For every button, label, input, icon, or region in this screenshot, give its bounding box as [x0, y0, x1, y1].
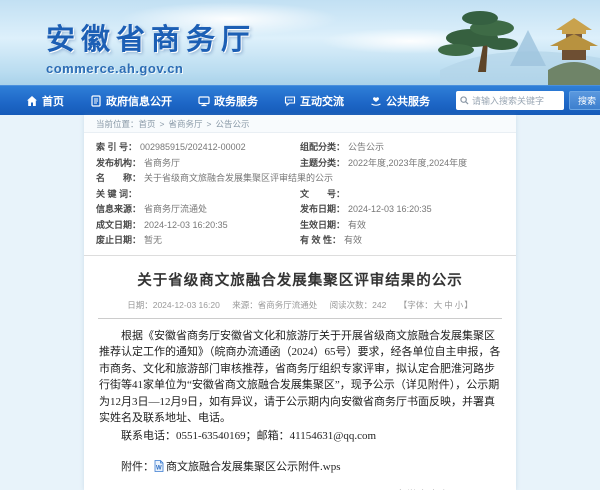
search-box [456, 91, 564, 110]
info-field-index-no: 索 引 号：002985915/202412-00002 [96, 140, 300, 156]
info-field-keywords: 关 键 词： [96, 187, 300, 203]
info-field-validity: 有 效 性：有效 [300, 233, 504, 249]
breadcrumb-separator: > [207, 119, 212, 129]
info-field-repeal-date: 废止日期：暂无 [96, 233, 300, 249]
nav-item-interaction[interactable]: 互动交流 [284, 93, 344, 109]
nav-search: 搜索 [456, 91, 600, 110]
info-field-written-date: 成文日期：2024-12-03 16:20:35 [96, 218, 300, 234]
site-url: commerce.ah.gov.cn [46, 61, 256, 76]
heart-hand-icon [370, 95, 382, 107]
breadcrumb-home[interactable]: 首页 [139, 118, 156, 130]
article-paragraph: 根据《安徽省商务厅安徽省文化和旅游厅关于开展省级商文旅融合发展集聚区推荐认定工作… [99, 328, 501, 427]
nav-item-gov-services[interactable]: 政务服务 [198, 93, 258, 109]
attachment-label: 附件： [121, 461, 154, 473]
monitor-icon [198, 95, 210, 107]
nav-item-label: 互动交流 [300, 93, 344, 109]
nav-item-gov-info[interactable]: 政府信息公开 [90, 93, 172, 109]
info-field-category: 组配分类：公告公示 [300, 140, 504, 156]
banner-landscape-icon [360, 0, 600, 85]
nav-item-label: 首页 [42, 93, 64, 109]
site-banner: 安徽省商务厅 commerce.ah.gov.cn [0, 0, 600, 85]
nav-item-label: 公共服务 [386, 93, 430, 109]
font-size-widget: 【字体：大中小】 [399, 300, 473, 310]
document-icon [90, 95, 102, 107]
info-field-source: 信息来源：省商务厅流通处 [96, 202, 300, 218]
content-background: 当前位置： 首页 > 省商务厅 > 公告公示 索 引 号：002985915/2… [0, 115, 600, 490]
attachment-link[interactable]: 商文旅融合发展集聚区公示附件.wps [166, 461, 340, 473]
breadcrumb-dept[interactable]: 省商务厅 [169, 118, 203, 130]
article-body: 根据《安徽省商务厅安徽省文化和旅游厅关于开展省级商文旅融合发展集聚区推荐认定工作… [99, 328, 501, 445]
breadcrumb-separator: > [160, 119, 165, 129]
nav-item-home[interactable]: 首页 [26, 93, 64, 109]
search-icon [460, 96, 469, 105]
breadcrumb-prefix: 当前位置： [96, 118, 139, 130]
breadcrumb: 当前位置： 首页 > 省商务厅 > 公告公示 [84, 115, 516, 133]
info-field-topic: 主题分类：2022年度,2023年度,2024年度 [300, 156, 504, 172]
signoff-org: 安徽省商务厅 [393, 486, 465, 490]
content-card: 当前位置： 首页 > 省商务厅 > 公告公示 索 引 号：002985915/2… [84, 115, 516, 490]
info-field-publish-date: 发布日期：2024-12-03 16:20:35 [300, 202, 504, 218]
search-button[interactable]: 搜索 [569, 91, 600, 110]
contact-line: 联系电话：0551-63540169；邮箱：41154631@qq.com [99, 428, 501, 445]
nav-item-label: 政务服务 [214, 93, 258, 109]
meta-source: 来源：省商务厅流通处 [232, 300, 317, 310]
main-nav: 首页 政府信息公开 政务服务 互动交流 公共服务 搜索 [0, 85, 600, 115]
document-info-table: 索 引 号：002985915/202412-00002 组配分类：公告公示 发… [84, 133, 516, 256]
chat-bubble-icon [284, 95, 296, 107]
search-input[interactable] [472, 96, 560, 106]
nav-item-public-services[interactable]: 公共服务 [370, 93, 430, 109]
info-field-effective-date: 生效日期：有效 [300, 218, 504, 234]
signoff-block: 安徽省商务厅 2024年12月3日 [393, 486, 465, 490]
info-field-issuer: 发布机构：省商务厅 [96, 156, 300, 172]
pavilion-icon [548, 18, 600, 85]
wps-file-icon: W [154, 460, 164, 472]
font-size-small[interactable]: 小 [455, 300, 464, 310]
svg-text:W: W [156, 466, 162, 472]
nav-item-label: 政府信息公开 [106, 93, 172, 109]
font-size-large[interactable]: 大 [434, 300, 443, 310]
breadcrumb-announcements[interactable]: 公告公示 [215, 118, 249, 130]
font-size-medium[interactable]: 中 [444, 300, 453, 310]
meta-views: 阅读次数：242 [330, 300, 387, 310]
info-field-title: 名 称：关于省级商文旅融合发展集聚区评审结果的公示 [96, 171, 504, 187]
article-meta: 日期：2024-12-03 16:20 来源：省商务厅流通处 阅读次数：242 … [98, 299, 502, 319]
info-field-doc-number: 文 号： [300, 187, 504, 203]
view-count: 242 [372, 300, 386, 310]
attachment-row: 附件：W 商文旅融合发展集聚区公示附件.wps [99, 458, 501, 474]
site-title: 安徽省商务厅 [46, 16, 256, 58]
article-title: 关于省级商文旅融合发展集聚区评审结果的公示 [84, 269, 516, 290]
home-icon [26, 95, 38, 107]
meta-date: 日期：2024-12-03 16:20 [127, 300, 220, 310]
